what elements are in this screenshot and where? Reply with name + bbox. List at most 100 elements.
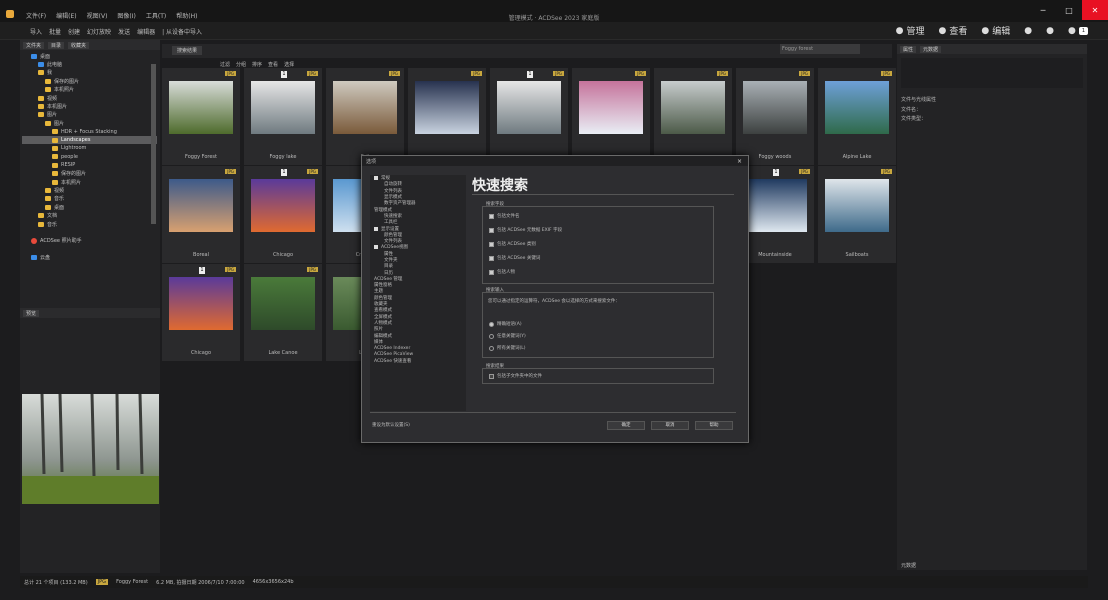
search-mode-radio[interactable]: 精确短语(A) [489, 321, 522, 327]
thumbnail-image[interactable] [333, 81, 397, 134]
panel-tab[interactable]: 目录 [48, 41, 65, 49]
tree-item[interactable]: 保存的图片 [22, 169, 157, 177]
mode-button[interactable]: ● 查看 [938, 24, 967, 38]
tree-item[interactable]: 视频 [22, 186, 157, 194]
thumbnail-image[interactable] [169, 179, 233, 232]
thumbnail-tile[interactable]: JPG 1 Chicago [162, 264, 240, 361]
thumbnail-tile[interactable]: JPG 1 Chicago [244, 166, 322, 263]
mode-button[interactable]: ● 1 [1068, 26, 1088, 36]
checkbox[interactable] [489, 269, 494, 275]
ok-button[interactable]: 确定 [607, 421, 645, 430]
thumbnail-tile[interactable]: JPG 1 [490, 68, 568, 165]
radio[interactable] [489, 345, 494, 351]
metadata-footer[interactable]: 元数据 [901, 562, 916, 569]
mode-button[interactable]: ● [1046, 26, 1054, 36]
folder-tree[interactable]: 桌面 此电脑我保存的图片 本机照片 视频 本机图片 图片 图片 HDR + Focus Sta… [22, 52, 157, 302]
tree-item[interactable]: RESIP [22, 161, 157, 169]
thumbnail-image[interactable] [579, 81, 643, 134]
toolbar-menu-item[interactable]: 查看 [268, 61, 278, 68]
radio[interactable] [489, 333, 494, 339]
toolbar-button[interactable]: 创建 [68, 27, 80, 36]
options-tree-item[interactable]: ACDSee 快速查看 [370, 358, 466, 364]
thumbnail-image[interactable] [825, 179, 889, 232]
reset-defaults-link[interactable]: 重设为默认设置(S) [372, 422, 410, 428]
thumbnail-tile[interactable]: JPG Alpine Lake [818, 68, 896, 165]
toolbar-button[interactable]: 发送 [118, 27, 130, 36]
toolbar-button[interactable]: 导入 [30, 27, 42, 36]
panel-tab[interactable]: 元数据 [920, 45, 942, 53]
expand-icon[interactable] [374, 226, 378, 231]
toolbar-menu-item[interactable]: 分组 [236, 61, 246, 68]
preview-tab[interactable]: 预览 [23, 309, 40, 317]
toolbar-menu-item[interactable]: 选择 [284, 61, 294, 68]
thumbnail-image[interactable] [251, 179, 315, 232]
toolbar-menu-item[interactable]: 过滤 [220, 61, 230, 68]
thumbnail-tile[interactable]: JPG [572, 68, 650, 165]
thumbnail-image[interactable] [251, 277, 315, 330]
minimize-icon[interactable]: ─ [1030, 0, 1056, 20]
search-mode-radio[interactable]: 所有关键词(L) [489, 345, 526, 351]
toolbar-button[interactable]: | 从设备中导入 [162, 27, 202, 36]
thumbnail-image[interactable] [169, 81, 233, 134]
tree-item[interactable]: 我 [22, 69, 157, 77]
toolbar-button[interactable]: 编辑器 [137, 27, 155, 36]
mode-button[interactable]: ● [1024, 26, 1032, 36]
toolbar-button[interactable]: 幻灯放映 [87, 27, 111, 36]
thumbnail-tile[interactable]: JPG 1 Foggy lake [244, 68, 322, 165]
thumbnail-image[interactable] [661, 81, 725, 134]
thumbnail-tile[interactable]: JPG Sailboats [818, 166, 896, 263]
thumbnail-image[interactable] [251, 81, 315, 134]
panel-tab[interactable]: 收藏夹 [68, 41, 90, 49]
tab-search-results[interactable]: 搜索结果 [172, 46, 203, 55]
scope-checkbox[interactable]: 包括 ACDSee 关键词 [489, 255, 540, 261]
tree-item[interactable]: HDR + Focus Stacking [22, 128, 157, 136]
tree-item[interactable]: people [22, 153, 157, 161]
tree-item[interactable]: 图片 [22, 119, 157, 127]
checkbox[interactable] [489, 255, 494, 261]
thumbnail-tile[interactable]: JPG [408, 68, 486, 165]
expand-icon[interactable] [374, 245, 378, 250]
cancel-button[interactable]: 取消 [651, 421, 689, 430]
tree-item[interactable]: 此电脑 [22, 60, 157, 68]
quick-search-input[interactable]: Foggy forest [780, 44, 860, 54]
thumbnail-tile[interactable]: JPG Foggy Forest [162, 68, 240, 165]
checkbox[interactable] [489, 227, 494, 233]
thumbnail-tile[interactable]: JPG Boreal [162, 166, 240, 263]
tree-item[interactable]: ACDSee 照片助手 [22, 237, 157, 245]
tree-item[interactable]: Lightroom [22, 144, 157, 152]
mode-button[interactable]: ● 编辑 [981, 24, 1010, 38]
tree-item[interactable]: 音乐 [22, 220, 157, 228]
tree-item[interactable]: 视频 [22, 94, 157, 102]
tree-item[interactable]: 本机照片 [22, 178, 157, 186]
tree-item[interactable]: 本机图片 [22, 102, 157, 110]
options-tree[interactable]: 常规 自动旋转 文件列表 显示模式 数字资产管理器 管理模式 快速搜索 工具栏 显示设置 颜色管理… [370, 175, 466, 411]
tree-item[interactable]: 图片 [22, 111, 157, 119]
checkbox[interactable] [489, 241, 494, 247]
tree-item[interactable]: 桌面 [22, 52, 157, 60]
thumbnail-tile[interactable]: JPG Foggy woods [736, 68, 814, 165]
tree-item[interactable] [22, 228, 157, 236]
scrollbar[interactable] [151, 64, 156, 224]
scope-checkbox[interactable]: 包括人物 [489, 269, 515, 275]
thumbnail-tile[interactable]: JPG Lake Canoe [244, 264, 322, 361]
maximize-icon[interactable]: □ [1056, 0, 1082, 20]
checkbox[interactable] [489, 213, 494, 219]
mode-button[interactable]: ● 管理 [896, 24, 925, 38]
toolbar-menu-item[interactable]: 排序 [252, 61, 262, 68]
toolbar-button[interactable]: 批量 [49, 27, 61, 36]
tree-item[interactable]: 保存的图片 [22, 77, 157, 85]
radio[interactable] [489, 321, 494, 327]
tree-item[interactable]: Landscapes [22, 135, 157, 145]
tree-item[interactable]: 本机照片 [22, 86, 157, 94]
scope-checkbox[interactable]: 包括文件名 [489, 213, 520, 219]
help-button[interactable]: 帮助 [695, 421, 733, 430]
tree-item[interactable]: 音乐 [22, 195, 157, 203]
thumbnail-image[interactable] [743, 81, 807, 134]
thumbnail-tile[interactable]: JPGFall [326, 68, 404, 165]
thumbnail-image[interactable] [743, 179, 807, 232]
include-subfolders-checkbox[interactable]: 包括子文件夹中的文件 [489, 373, 542, 379]
close-icon[interactable]: × [737, 158, 742, 165]
thumbnail-image[interactable] [415, 81, 479, 134]
thumbnail-tile[interactable]: JPG [654, 68, 732, 165]
panel-tab[interactable]: 属性 [900, 45, 917, 53]
